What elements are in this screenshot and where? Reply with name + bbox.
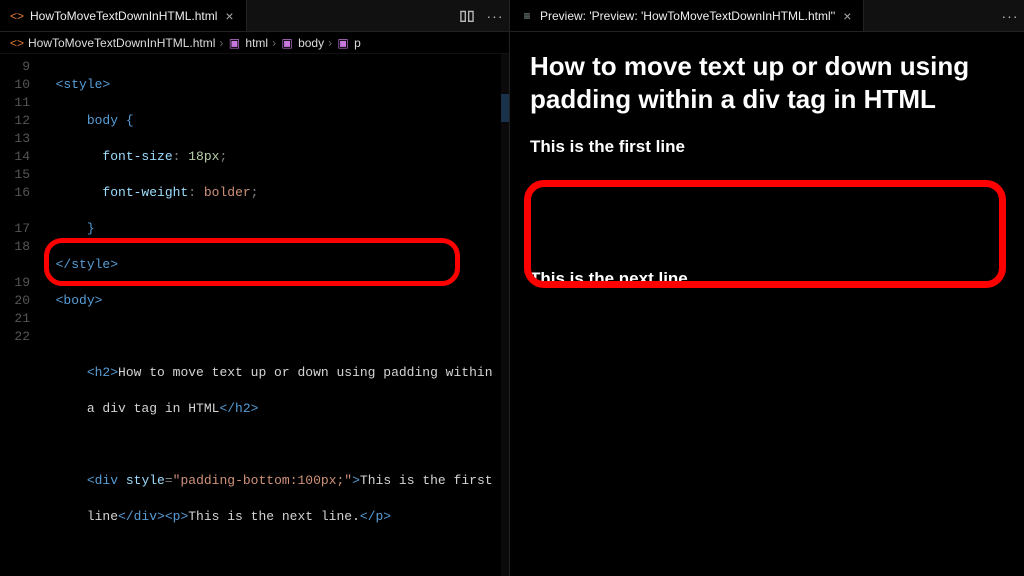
code-content[interactable]: <style> body { font-size: 18px; font-wei… bbox=[40, 54, 509, 576]
tab-file-label: HowToMoveTextDownInHTML.html bbox=[30, 9, 217, 23]
preview-pane: ≡ Preview: 'Preview: 'HowToMoveTextDownI… bbox=[510, 0, 1024, 576]
chevron-right-icon: › bbox=[272, 36, 276, 50]
editor-pane: <> HowToMoveTextDownInHTML.html × ▯▯ ···… bbox=[0, 0, 510, 576]
preview-icon: ≡ bbox=[520, 9, 534, 23]
file-icon: <> bbox=[10, 9, 24, 23]
line-gutter: 91011 121314 151617 181920 2122 bbox=[0, 54, 40, 576]
tab-preview[interactable]: ≡ Preview: 'Preview: 'HowToMoveTextDownI… bbox=[510, 0, 864, 31]
chevron-right-icon: › bbox=[219, 36, 223, 50]
breadcrumb-p[interactable]: p bbox=[354, 36, 361, 50]
cube-icon: ▣ bbox=[227, 36, 241, 50]
breadcrumb[interactable]: <> HowToMoveTextDownInHTML.html › ▣ html… bbox=[0, 32, 509, 54]
more-icon[interactable]: ··· bbox=[481, 2, 509, 30]
chevron-right-icon: › bbox=[328, 36, 332, 50]
tab-preview-label: Preview: 'Preview: 'HowToMoveTextDownInH… bbox=[540, 9, 835, 23]
breadcrumb-html[interactable]: html bbox=[245, 36, 268, 50]
code-editor[interactable]: 91011 121314 151617 181920 2122 <style> … bbox=[0, 54, 509, 576]
tabbar-left: <> HowToMoveTextDownInHTML.html × ▯▯ ··· bbox=[0, 0, 509, 32]
cube-icon: ▣ bbox=[280, 36, 294, 50]
preview-heading: How to move text up or down using paddin… bbox=[530, 50, 1004, 115]
close-icon[interactable]: × bbox=[841, 8, 853, 24]
preview-highlight-annotation bbox=[524, 180, 1006, 288]
split-editor-icon[interactable]: ▯▯ bbox=[453, 2, 481, 30]
file-icon: <> bbox=[10, 36, 24, 50]
minimap[interactable] bbox=[501, 54, 509, 576]
breadcrumb-body[interactable]: body bbox=[298, 36, 324, 50]
tab-file[interactable]: <> HowToMoveTextDownInHTML.html × bbox=[0, 0, 247, 31]
preview-first-line: This is the first line bbox=[530, 137, 1004, 157]
breadcrumb-file[interactable]: HowToMoveTextDownInHTML.html bbox=[28, 36, 215, 50]
close-icon[interactable]: × bbox=[223, 8, 235, 24]
tabbar-right: ≡ Preview: 'Preview: 'HowToMoveTextDownI… bbox=[510, 0, 1024, 32]
preview-content: How to move text up or down using paddin… bbox=[510, 32, 1024, 576]
minimap-thumb[interactable] bbox=[501, 94, 509, 122]
cube-icon: ▣ bbox=[336, 36, 350, 50]
more-icon[interactable]: ··· bbox=[996, 2, 1024, 30]
